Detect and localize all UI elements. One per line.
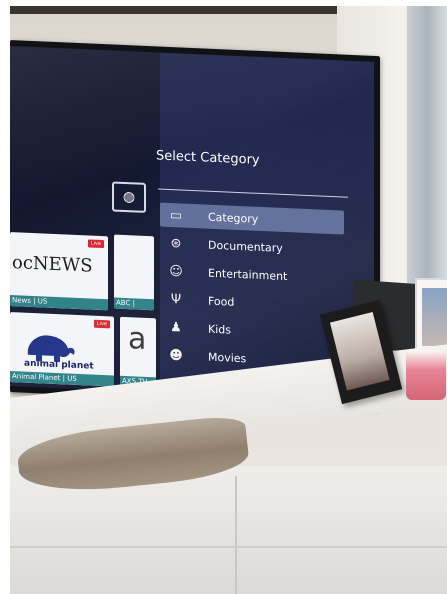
axs-logo: a [128,321,147,357]
menu-item-label: Food [208,294,235,309]
tv-icon: ▭ [169,207,183,224]
live-badge: Live [87,239,104,249]
drawer-divider [235,476,237,594]
panel-title: Select Category [156,148,260,168]
live-badge: Live [93,319,110,329]
menu-item-documentary[interactable]: ⊛ Documentary [160,231,344,263]
candle [406,350,446,400]
menu-item-entertainment[interactable]: ☺ Entertainment [160,259,344,291]
movie-audience-icon: ☻ [169,347,183,364]
globe-icon[interactable]: ◍ [112,181,146,213]
channel-tile-abc-news[interactable]: Live ocNEWS News | US [10,232,108,311]
cutlery-icon: Ψ [170,291,182,307]
photo: ◍ Live ocNEWS News | US ABC | Live anima… [10,6,447,594]
menu-item-category[interactable]: ▭ Category [160,202,344,235]
channel-tile-abc[interactable]: ABC | [114,234,154,311]
divider [158,188,348,198]
film-reel-icon: ⊛ [170,235,182,251]
animal-planet-logo: animal planet [24,358,94,372]
television: ◍ Live ocNEWS News | US ABC | Live anima… [10,40,380,409]
menu-item-label: Movies [208,350,247,365]
window-curtain [407,6,447,306]
abc-news-logo: ocNEWS [12,252,93,277]
tv-screen: ◍ Live ocNEWS News | US ABC | Live anima… [10,46,374,402]
drawer-edge [10,546,447,548]
menu-item-kids[interactable]: ♟ Kids [160,315,344,347]
menu-item-label: Entertainment [208,266,288,283]
channel-tile-animal-planet[interactable]: Live animal planet Animal Planet | US [10,312,114,387]
menu-item-label: Kids [208,322,231,337]
menu-item-food[interactable]: Ψ Food [160,287,344,319]
channel-tile-axs-tv[interactable]: a AXS TV [120,316,156,389]
children-icon: ♟ [170,319,182,336]
tile-caption: ABC | [114,297,154,311]
menu-item-label: Category [208,210,259,226]
theater-masks-icon: ☺ [169,263,183,280]
menu-item-label: Documentary [208,238,283,255]
